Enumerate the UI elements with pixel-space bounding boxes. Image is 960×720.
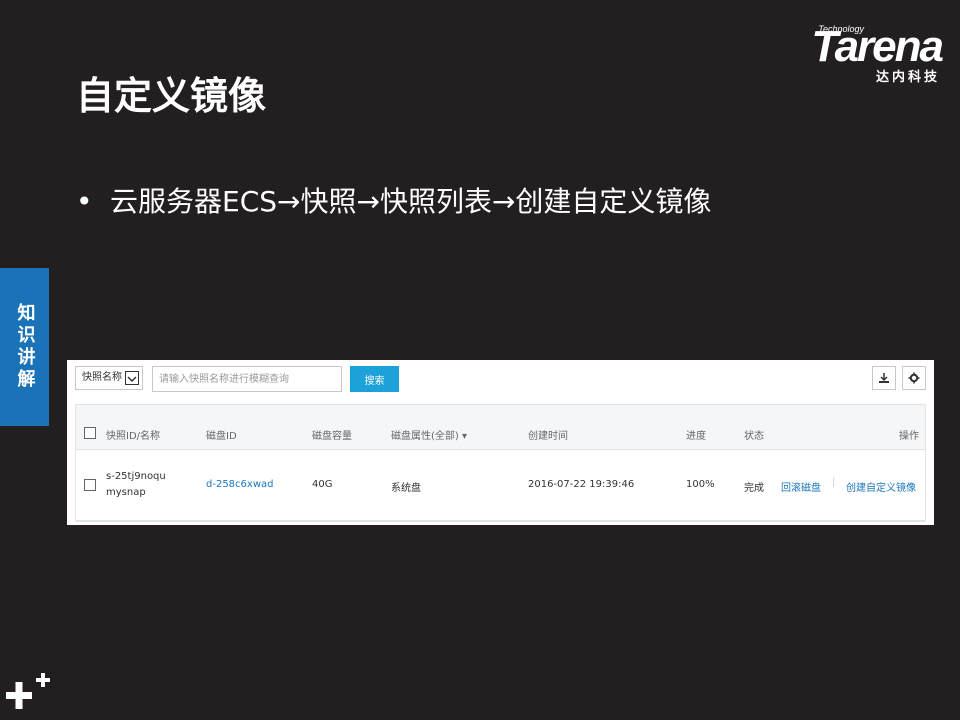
header-disk-size: 磁盘容量 bbox=[312, 431, 352, 442]
header-created: 创建时间 bbox=[528, 431, 568, 442]
snapshot-list-screenshot: 快照名称 搜索 快照ID/名称 磁盘ID 磁盘容量 磁盘属性(全部) ▾ 创建时… bbox=[67, 360, 934, 525]
snapshot-table: 快照ID/名称 磁盘ID 磁盘容量 磁盘属性(全部) ▾ 创建时间 进度 状态 … bbox=[75, 404, 926, 522]
header-status: 状态 bbox=[744, 431, 764, 442]
chevron-down-icon[interactable] bbox=[125, 371, 139, 385]
select-all-checkbox[interactable] bbox=[84, 427, 96, 439]
plus-decoration-icon bbox=[6, 673, 50, 709]
header-disk-attr[interactable]: 磁盘属性(全部) ▾ bbox=[391, 427, 467, 442]
export-icon[interactable] bbox=[872, 366, 896, 390]
disk-size: 40G bbox=[312, 479, 333, 490]
header-progress: 进度 bbox=[686, 431, 706, 442]
snapshot-id: s-25tj9noqu bbox=[106, 471, 166, 482]
header-disk-attr-label: 磁盘属性(全部) bbox=[391, 431, 459, 442]
bullet-dot-icon: • bbox=[76, 185, 93, 218]
filter-select-value: 快照名称 bbox=[82, 372, 122, 383]
page-title: 自定义镜像 bbox=[76, 74, 267, 118]
action-separator: | bbox=[832, 477, 836, 488]
caret-down-icon[interactable]: ▾ bbox=[462, 431, 467, 442]
disk-id-link[interactable]: d-258c6xwad bbox=[206, 479, 273, 490]
header-actions: 操作 bbox=[899, 431, 919, 442]
logo-cn-name: 达内科技 bbox=[875, 70, 940, 85]
side-tab-knowledge: 知识讲解 bbox=[0, 268, 49, 426]
snapshot-name: mysnap bbox=[106, 487, 146, 498]
table-row: s-25tj9noqu mysnap d-258c6xwad 40G 系统盘 2… bbox=[76, 449, 925, 522]
tarena-logo: Technology Tarena 达内科技 bbox=[772, 22, 944, 86]
create-custom-image-link[interactable]: 创建自定义镜像 bbox=[846, 479, 916, 494]
snapshot-toolbar: 快照名称 搜索 bbox=[75, 366, 926, 394]
header-id-name: 快照ID/名称 bbox=[106, 431, 161, 442]
search-input[interactable] bbox=[152, 366, 342, 392]
bullet-item: • 云服务器ECS→快照→快照列表→创建自定义镜像 bbox=[76, 182, 711, 222]
search-button[interactable]: 搜索 bbox=[350, 366, 399, 392]
row-checkbox[interactable] bbox=[84, 479, 96, 491]
disk-attr: 系统盘 bbox=[391, 483, 421, 494]
logo-wordmark: Tarena bbox=[811, 22, 944, 71]
filter-select[interactable]: 快照名称 bbox=[75, 366, 143, 390]
side-tab-label: 知识讲解 bbox=[14, 303, 36, 391]
status-text: 完成 bbox=[744, 483, 764, 494]
header-disk-id: 磁盘ID bbox=[206, 431, 237, 442]
rollback-disk-link[interactable]: 回滚磁盘 bbox=[781, 479, 821, 494]
table-header: 快照ID/名称 磁盘ID 磁盘容量 磁盘属性(全部) ▾ 创建时间 进度 状态 … bbox=[76, 405, 925, 450]
progress-value: 100% bbox=[686, 479, 715, 490]
created-time: 2016-07-22 19:39:46 bbox=[528, 479, 635, 490]
bullet-text: 云服务器ECS→快照→快照列表→创建自定义镜像 bbox=[110, 185, 712, 218]
gear-icon[interactable] bbox=[902, 366, 926, 390]
